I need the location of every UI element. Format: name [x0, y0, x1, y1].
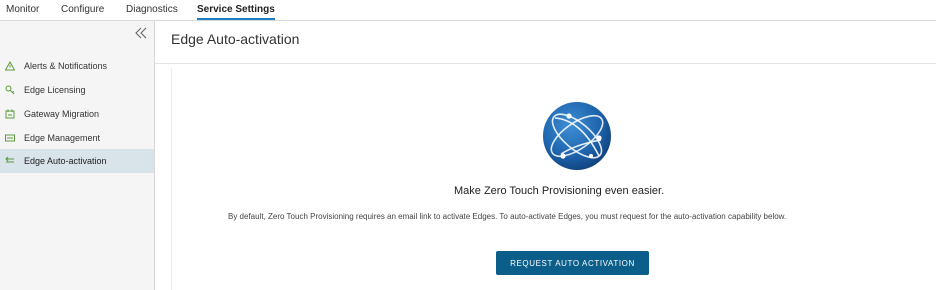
- auto-activation-icon: [5, 156, 14, 163]
- sidebar-item-label: Edge Auto-activation: [24, 156, 107, 166]
- sidebar-item-label: Edge Management: [24, 133, 101, 143]
- sidebar-item-label: Gateway Migration: [24, 109, 100, 119]
- globe-network-icon: [543, 102, 611, 170]
- key-icon: [5, 85, 15, 95]
- tab-service-settings[interactable]: Service Settings: [197, 3, 275, 20]
- sidebar-item-edge-auto-activation[interactable]: Edge Auto-activation: [0, 149, 154, 173]
- migration-icon: [5, 109, 15, 119]
- promo-headline: Make Zero Touch Provisioning even easier…: [454, 185, 665, 197]
- top-navigation: Monitor Configure Diagnostics Service Se…: [0, 0, 936, 21]
- sidebar-item-gateway-migration[interactable]: Gateway Migration: [0, 102, 154, 126]
- promo-description: By default, Zero Touch Provisioning requ…: [228, 212, 787, 221]
- sidebar-item-edge-management[interactable]: Edge Management: [0, 126, 154, 150]
- tab-monitor[interactable]: Monitor: [6, 3, 39, 17]
- sidebar-item-label: Alerts & Notifications: [24, 61, 108, 71]
- sidebar-item-alerts-notifications[interactable]: Alerts & Notifications: [0, 54, 154, 78]
- sidebar-item-label: Edge Licensing: [24, 85, 86, 95]
- sidebar: Alerts & Notifications Edge Licensing Ga…: [0, 21, 155, 290]
- edge-management-icon: [5, 134, 15, 142]
- header-divider: [155, 63, 936, 64]
- sidebar-item-edge-licensing[interactable]: Edge Licensing: [0, 78, 154, 102]
- tab-diagnostics[interactable]: Diagnostics: [126, 3, 178, 17]
- tab-configure[interactable]: Configure: [61, 3, 104, 17]
- page-title: Edge Auto-activation: [171, 31, 300, 47]
- double-chevron-left-icon[interactable]: [135, 27, 147, 39]
- alert-triangle-icon: [5, 61, 15, 71]
- request-auto-activation-button[interactable]: REQUEST AUTO ACTIVATION: [496, 251, 649, 275]
